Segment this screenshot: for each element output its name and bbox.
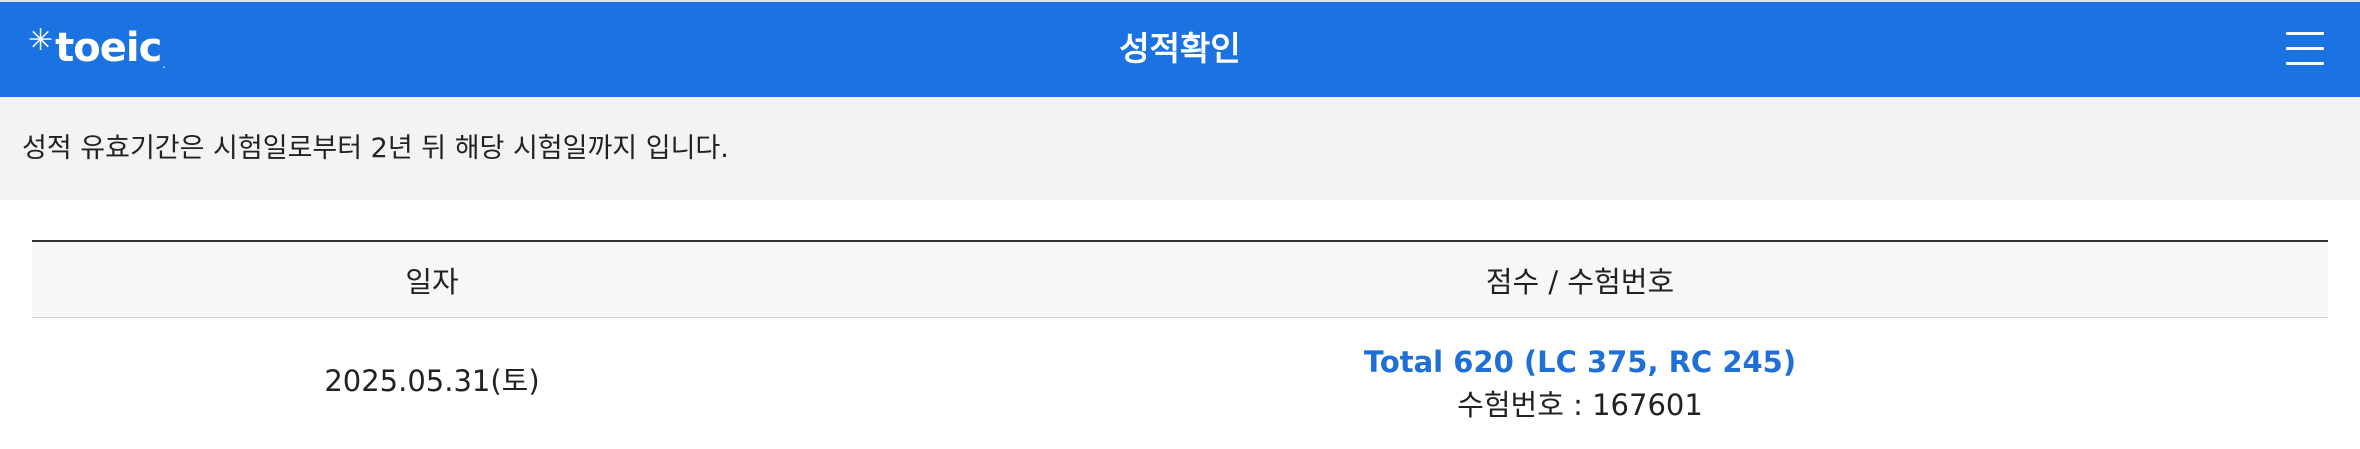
page-title: 성적확인 — [1119, 29, 1241, 68]
menu-bar-middle — [2286, 47, 2324, 50]
app-header: ✳ toeic . 성적확인 — [0, 0, 2360, 97]
menu-bar-bottom — [2286, 62, 2324, 65]
score-table: 일자 점수 / 수험번호 2025.05.31(토) Total 620 (LC… — [32, 240, 2328, 449]
column-header-date: 일자 — [405, 264, 459, 299]
table-row: 2025.05.31(토) Total 620 (LC 375, RC 245)… — [32, 318, 2328, 449]
menu-bar-top — [2286, 32, 2324, 35]
hamburger-menu-icon[interactable] — [2280, 28, 2328, 70]
table-header: 일자 점수 / 수험번호 — [32, 240, 2328, 318]
exam-date: 2025.05.31(토) — [324, 363, 540, 398]
column-header-score: 점수 / 수험번호 — [1485, 264, 1675, 299]
validity-notice: 성적 유효기간은 시험일로부터 2년 뒤 해당 시험일까지 입니다. — [0, 97, 2360, 200]
exam-number: 수험번호 : 167601 — [1457, 388, 1703, 422]
score-total-link[interactable]: Total 620 (LC 375, RC 245) — [1364, 342, 1796, 382]
score-cell: Total 620 (LC 375, RC 245) 수험번호 : 167601 — [832, 318, 2328, 449]
